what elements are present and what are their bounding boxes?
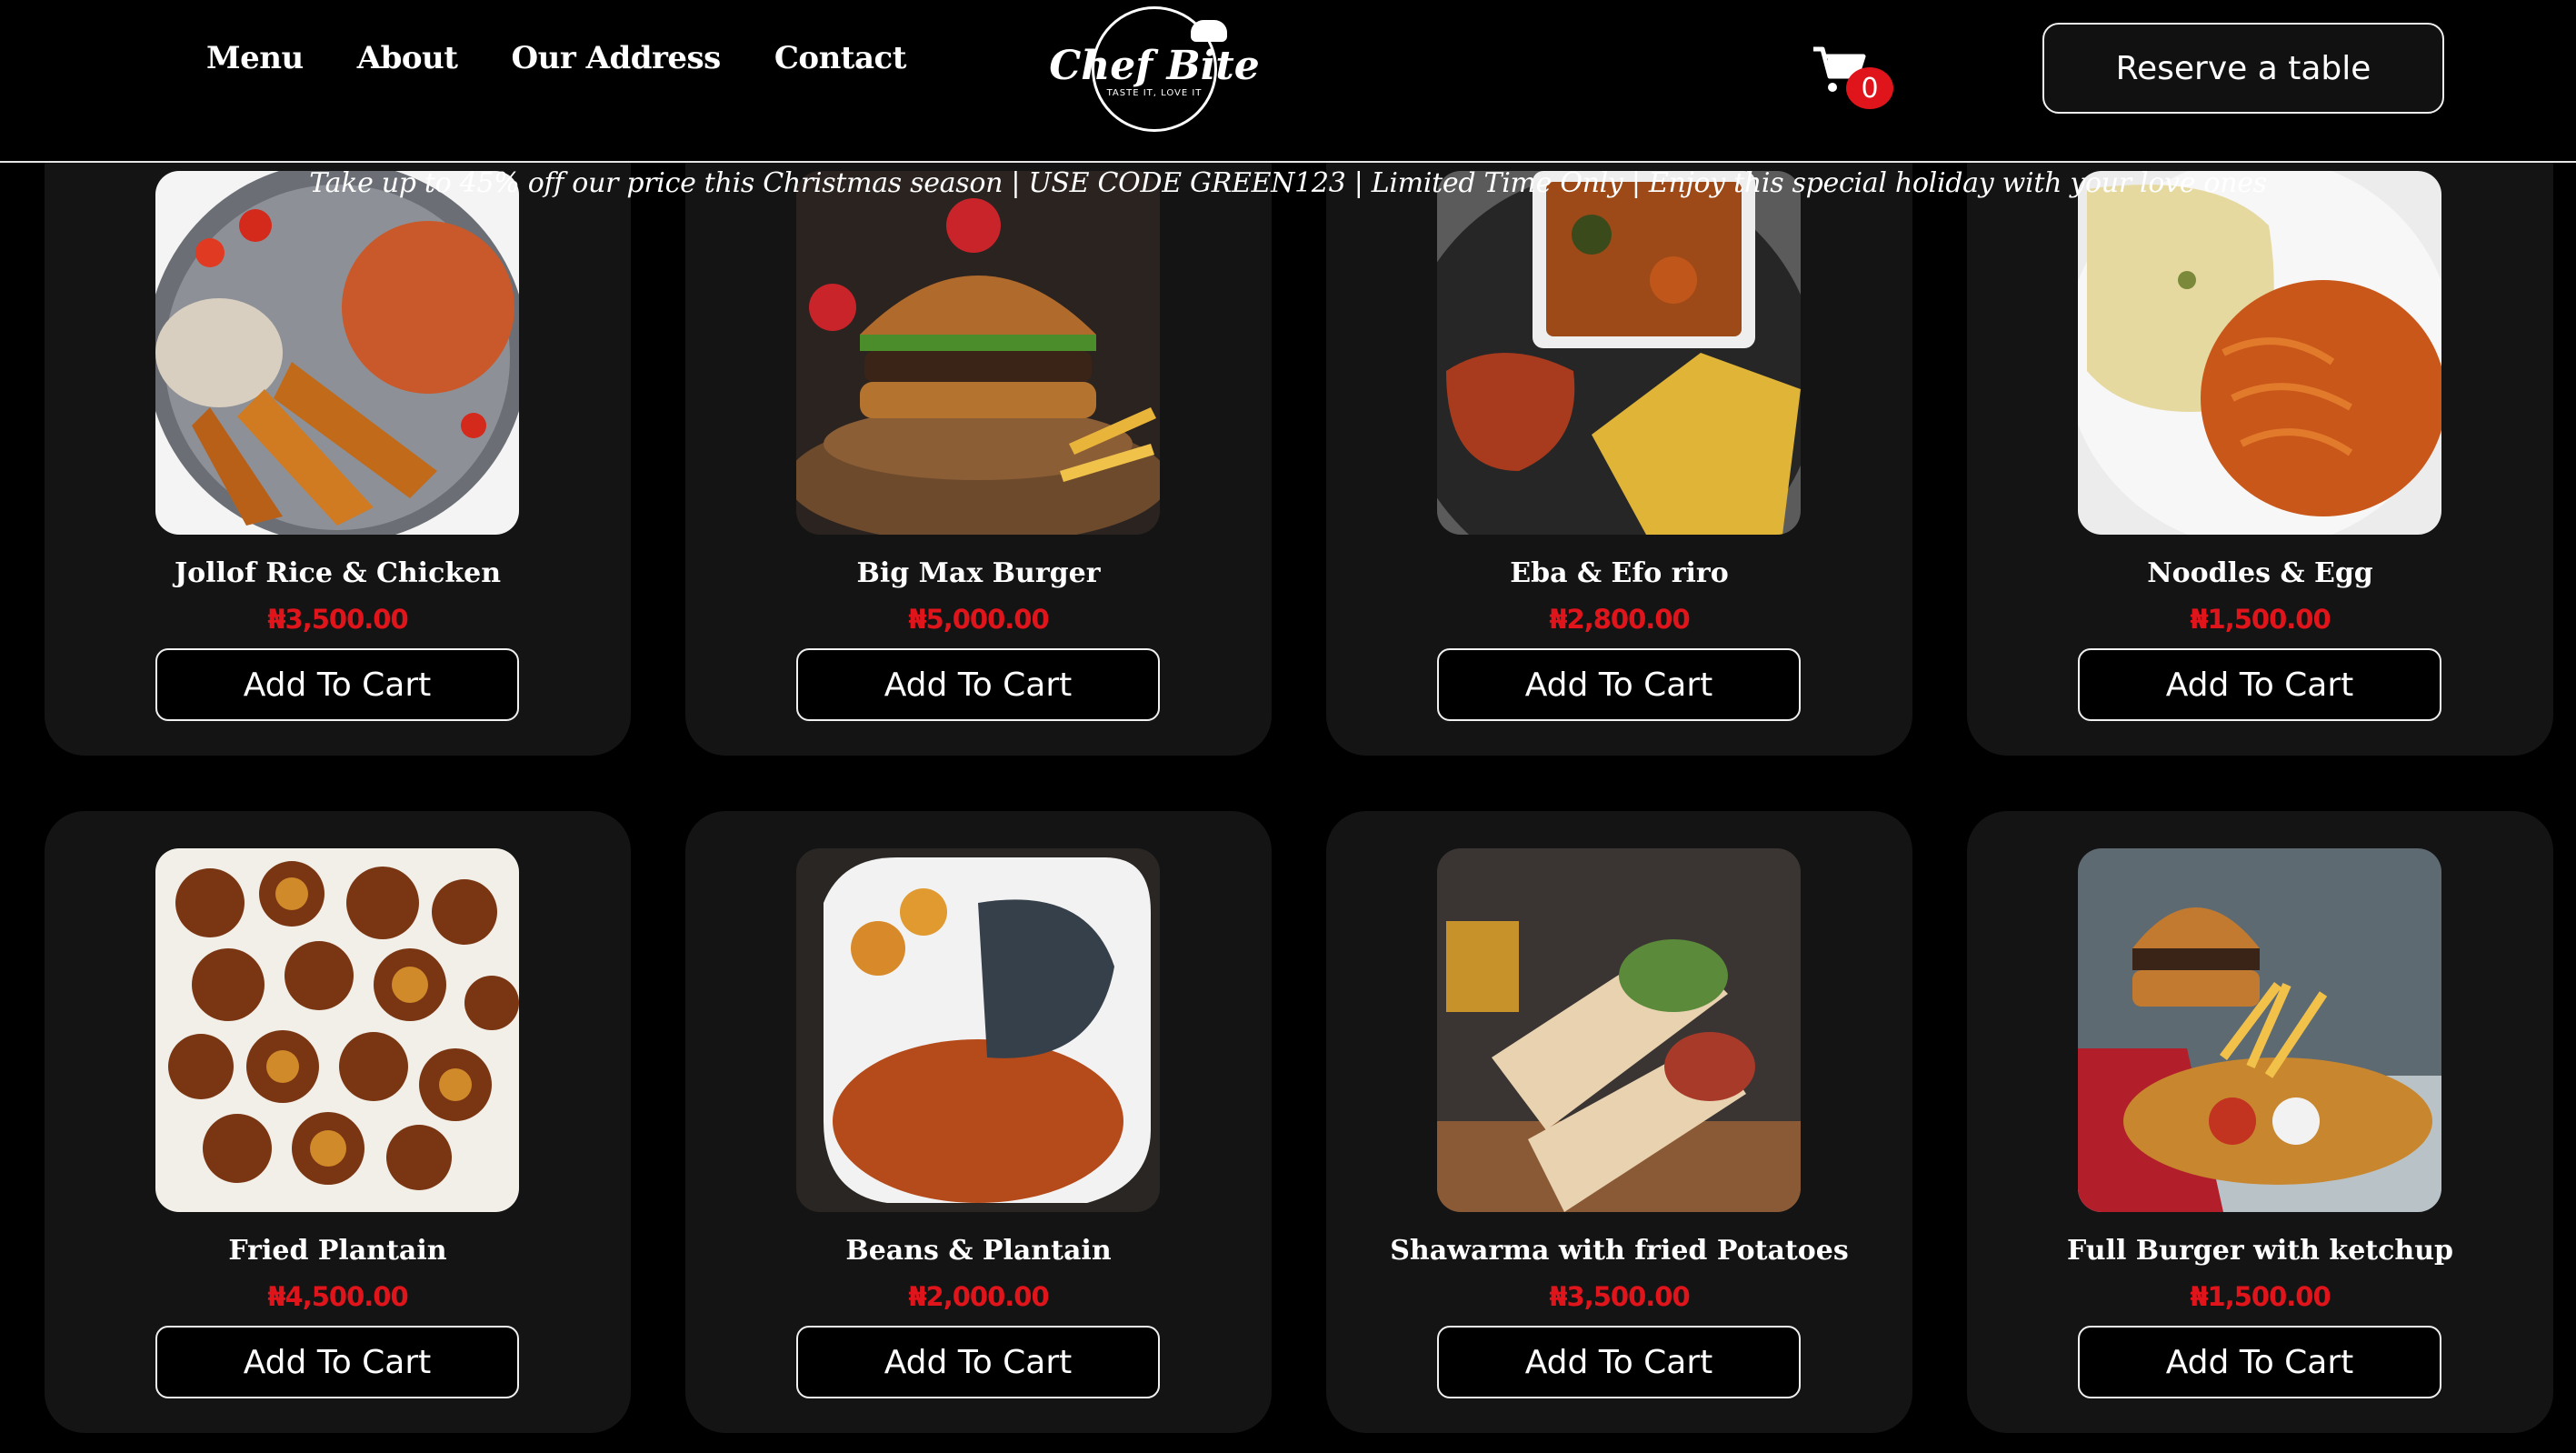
product-price: ₦1,500.00: [2190, 604, 2331, 635]
site-header: Menu About Our Address Contact Chef Bite…: [0, 0, 2576, 163]
product-image-noodles: [2078, 171, 2441, 535]
nav-about-link[interactable]: About: [357, 40, 458, 76]
product-image-full-burger: [2078, 848, 2441, 1212]
product-name: Eba & Efo riro: [1510, 557, 1729, 589]
product-name: Full Burger with ketchup: [2066, 1235, 2454, 1267]
product-image-jollof: [155, 171, 519, 535]
product-name: Jollof Rice & Chicken: [174, 557, 502, 589]
product-image-beans: [796, 848, 1160, 1212]
cart-count-badge: 0: [1846, 67, 1893, 109]
product-name: Noodles & Egg: [2147, 557, 2373, 589]
product-price: ₦3,500.00: [1549, 1281, 1690, 1312]
product-image-shawarma: [1437, 848, 1801, 1212]
product-price: ₦4,500.00: [267, 1281, 408, 1312]
product-card: Eba & Efo riro ₦2,800.00 Add To Cart: [1326, 123, 1912, 756]
product-name: Fried Plantain: [228, 1235, 447, 1267]
product-image-plantain: [155, 848, 519, 1212]
add-to-cart-button[interactable]: Add To Cart: [2078, 648, 2441, 721]
product-card: Fried Plantain ₦4,500.00 Add To Cart: [45, 811, 631, 1433]
product-image-burger: [796, 171, 1160, 535]
product-card: Noodles & Egg ₦1,500.00 Add To Cart: [1967, 123, 2553, 756]
chef-hat-icon: [1191, 20, 1227, 42]
add-to-cart-button[interactable]: Add To Cart: [1437, 1326, 1801, 1398]
product-card: Big Max Burger ₦5,000.00 Add To Cart: [685, 123, 1272, 756]
nav-contact-link[interactable]: Contact: [774, 40, 907, 76]
add-to-cart-button[interactable]: Add To Cart: [796, 648, 1160, 721]
logo-text: Chef Bite: [1049, 42, 1260, 89]
product-name: Big Max Burger: [856, 557, 1101, 589]
product-price: ₦3,500.00: [267, 604, 408, 635]
promo-banner: Take up to 45% off our price this Christ…: [309, 167, 2267, 199]
main-nav: Menu About Our Address Contact: [206, 40, 906, 76]
product-grid: Jollof Rice & Chicken ₦3,500.00 Add To C…: [0, 0, 2576, 1453]
product-card: Full Burger with ketchup ₦1,500.00 Add T…: [1967, 811, 2553, 1433]
nav-menu-link[interactable]: Menu: [206, 40, 304, 76]
add-to-cart-button[interactable]: Add To Cart: [796, 1326, 1160, 1398]
add-to-cart-button[interactable]: Add To Cart: [2078, 1326, 2441, 1398]
product-card: Jollof Rice & Chicken ₦3,500.00 Add To C…: [45, 123, 631, 756]
nav-address-link[interactable]: Our Address: [511, 40, 721, 76]
logo-tagline: TASTE IT, LOVE IT: [1106, 87, 1203, 98]
product-name: Shawarma with fried Potatoes: [1390, 1235, 1849, 1267]
add-to-cart-button[interactable]: Add To Cart: [1437, 648, 1801, 721]
add-to-cart-button[interactable]: Add To Cart: [155, 648, 519, 721]
product-price: ₦2,000.00: [908, 1281, 1049, 1312]
product-price: ₦1,500.00: [2190, 1281, 2331, 1312]
product-name: Beans & Plantain: [845, 1235, 1112, 1267]
reserve-table-button[interactable]: Reserve a table: [2042, 23, 2444, 114]
product-card: Shawarma with fried Potatoes ₦3,500.00 A…: [1326, 811, 1912, 1433]
product-price: ₦2,800.00: [1549, 604, 1690, 635]
product-card: Beans & Plantain ₦2,000.00 Add To Cart: [685, 811, 1272, 1433]
product-price: ₦5,000.00: [908, 604, 1049, 635]
product-image-eba: [1437, 171, 1801, 535]
add-to-cart-button[interactable]: Add To Cart: [155, 1326, 519, 1398]
